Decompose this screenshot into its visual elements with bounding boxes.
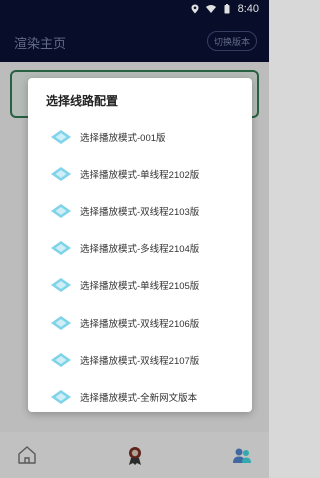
option-label: 选择播放模式-双线程2107版 <box>80 355 200 367</box>
diamond-icon <box>51 278 71 293</box>
option-label: 选择播放模式-全新网文版本 <box>80 392 198 404</box>
dialog-title: 选择线路配置 <box>46 94 119 108</box>
option-label: 选择播放模式-单线程2102版 <box>80 169 200 181</box>
option-item[interactable]: 选择播放模式-全新网文版本 <box>28 378 252 415</box>
diamond-icon <box>51 129 71 144</box>
diamond-icon <box>51 166 71 181</box>
option-item[interactable]: 选择播放模式-双线程2103版 <box>28 192 252 229</box>
diamond-icon <box>51 389 71 404</box>
diamond-icon <box>51 241 71 256</box>
option-label: 选择播放模式-001版 <box>80 132 166 144</box>
option-label: 选择播放模式-单线程2105版 <box>80 281 200 293</box>
option-item[interactable]: 选择播放模式-单线程2102版 <box>28 155 252 192</box>
option-item[interactable]: 选择播放模式-001版 <box>28 118 252 155</box>
diamond-icon <box>51 315 71 330</box>
option-label: 选择播放模式-双线程2103版 <box>80 206 200 218</box>
option-item[interactable]: 选择播放模式-双线程2106版 <box>28 304 252 341</box>
diamond-icon <box>51 352 71 367</box>
option-item[interactable]: 选择播放模式-多线程2104版 <box>28 230 252 267</box>
route-config-dialog: 选择线路配置 选择播放模式-001版 选择播放模式-单线程2102版 选择播放模… <box>28 78 252 412</box>
option-label: 选择播放模式-多线程2104版 <box>80 244 200 256</box>
option-label: 选择播放模式-双线程2106版 <box>80 318 200 330</box>
option-item[interactable]: 选择播放模式-单线程2105版 <box>28 267 252 304</box>
option-item[interactable]: 选择播放模式-双线程2107版 <box>28 341 252 378</box>
diamond-icon <box>51 203 71 218</box>
option-list: 选择播放模式-001版 选择播放模式-单线程2102版 选择播放模式-双线程21… <box>28 118 252 416</box>
